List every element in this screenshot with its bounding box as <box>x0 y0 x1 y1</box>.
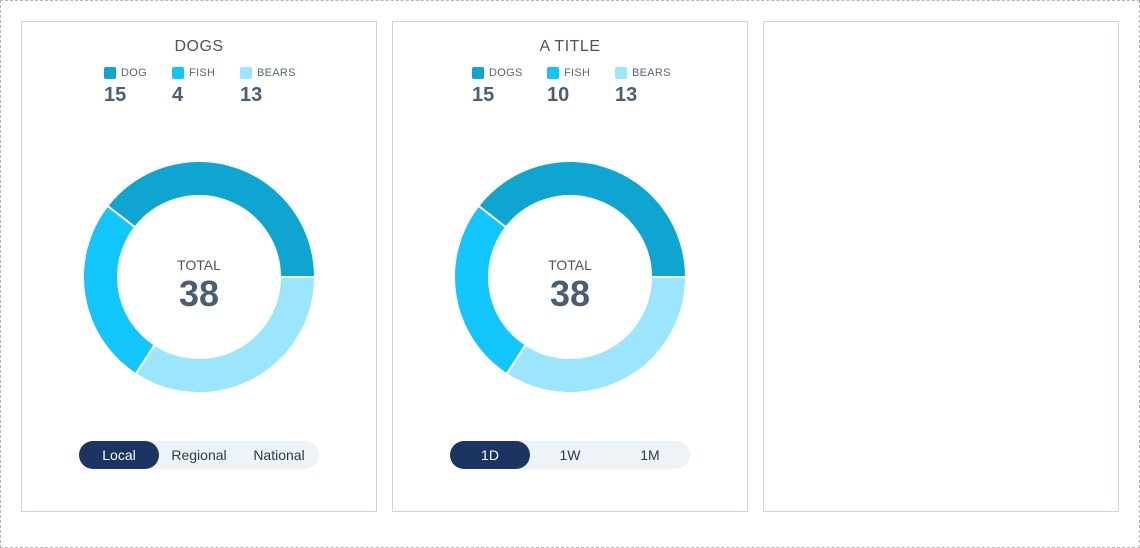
legend-value: 13 <box>240 84 263 106</box>
legend-swatch-dogs <box>472 67 484 79</box>
legend-value: 15 <box>472 84 495 106</box>
legend-value: 4 <box>172 84 184 106</box>
donut-chart: TOTAL 38 <box>81 159 317 395</box>
toggle-1m[interactable]: 1M <box>610 441 690 469</box>
range-toggle: 1D 1W 1M <box>450 441 690 469</box>
legend-item-dogs: DOGS 15 <box>472 66 523 107</box>
legend-value: 15 <box>104 84 127 106</box>
legend-value: 13 <box>615 84 638 106</box>
total-value: 38 <box>178 273 220 314</box>
legend-item-dog: DOG 15 <box>104 66 147 107</box>
legend-value: 10 <box>547 84 570 106</box>
donut-chart: TOTAL 38 <box>452 159 688 395</box>
legend-swatch-fish <box>547 67 559 79</box>
range-toggle: Local Regional National <box>79 441 319 469</box>
legend-label: FISH <box>189 67 216 79</box>
toggle-1w[interactable]: 1W <box>530 441 610 469</box>
legend-swatch-bears <box>615 67 627 79</box>
legend-item-fish: FISH 10 <box>547 66 590 107</box>
legend-swatch-bears <box>240 67 252 79</box>
legend-label: BEARS <box>257 67 296 79</box>
toggle-local[interactable]: Local <box>79 441 159 469</box>
legend-label: FISH <box>564 67 591 79</box>
chart-card-dogs: DOGS DOG 15 FISH 4 BEARS 13 TOTAL 38 Loc… <box>21 21 377 512</box>
legend-label: DOGS <box>489 67 523 79</box>
chart-card-a-title: A TITLE DOGS 15 FISH 10 BEARS 13 TOTAL 3… <box>392 21 748 512</box>
card-title: DOGS <box>174 38 224 55</box>
toggle-national[interactable]: National <box>239 441 319 469</box>
toggle-1d[interactable]: 1D <box>450 441 530 469</box>
total-label: TOTAL <box>177 257 221 273</box>
toggle-regional[interactable]: Regional <box>159 441 239 469</box>
legend-item-fish: FISH 4 <box>172 66 215 107</box>
legend-label: BEARS <box>632 67 671 79</box>
card-title: A TITLE <box>539 38 601 55</box>
legend-swatch-fish <box>172 67 184 79</box>
legend-item-bears: BEARS 13 <box>240 66 296 107</box>
legend-label: DOG <box>121 67 147 79</box>
empty-card <box>763 21 1119 512</box>
legend-item-bears: BEARS 13 <box>615 66 671 107</box>
total-label: TOTAL <box>548 257 592 273</box>
legend-swatch-dog <box>104 67 116 79</box>
total-value: 38 <box>549 273 591 314</box>
